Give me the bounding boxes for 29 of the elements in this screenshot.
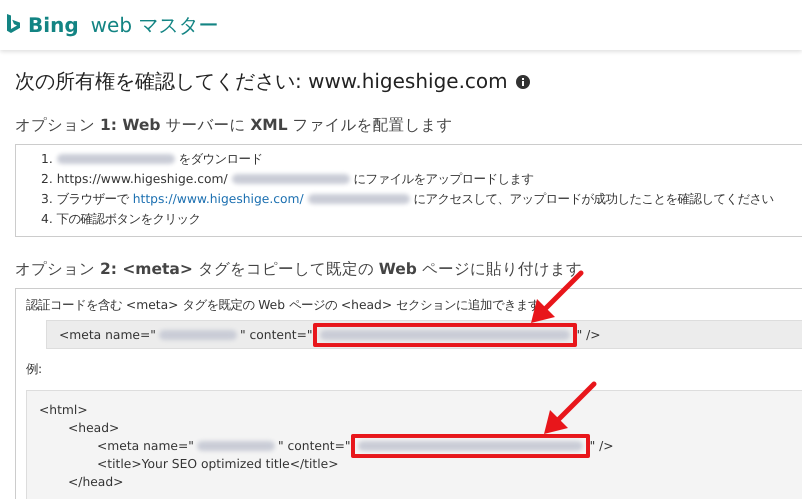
step-number: 2. xyxy=(41,172,53,186)
code-text: <html> xyxy=(39,403,88,417)
step-text: ブラウザーで xyxy=(56,190,129,208)
bing-logo-icon xyxy=(6,14,20,36)
step-text: をダウンロード xyxy=(178,150,263,168)
step-text: にファイルをアップロードします xyxy=(354,170,534,188)
step-text: にアクセスして、アップロードが成功したことを確認してください xyxy=(414,190,774,208)
step-number: 1. xyxy=(41,152,53,166)
code-text: </head> xyxy=(68,475,124,489)
code-text: " content=" xyxy=(278,439,351,453)
code-text: " /> xyxy=(576,328,601,342)
example-label: 例: xyxy=(26,361,44,378)
option-heading: オプション 2: <meta> タグをコピーして既定の Web ページに貼り付けます xyxy=(15,259,583,280)
code-text: <head> xyxy=(68,421,120,435)
option-heading: オプション 1: Web サーバーに XML ファイルを配置します xyxy=(15,115,454,136)
code-text: <meta name=" xyxy=(59,328,156,342)
step-number: 3. xyxy=(41,192,53,206)
code-text: <title>Your SEO optimized title</title> xyxy=(97,457,339,471)
step-number: 4. xyxy=(41,212,53,226)
brand-name: Bing xyxy=(28,13,79,37)
info-icon[interactable] xyxy=(516,74,530,88)
code-text: " content=" xyxy=(240,328,313,342)
page-title: 次の所有権を確認してください: www.higeshige.com xyxy=(15,68,508,95)
step-text: 下の確認ボタンをクリック xyxy=(56,210,201,228)
url-link[interactable]: https://www.higeshige.com/ xyxy=(132,192,304,206)
code-text: " /> xyxy=(590,439,614,453)
step-text: https://www.higeshige.com/ xyxy=(56,172,228,186)
product-name: web マスター xyxy=(90,12,218,38)
code-text: <meta name=" xyxy=(97,439,194,453)
